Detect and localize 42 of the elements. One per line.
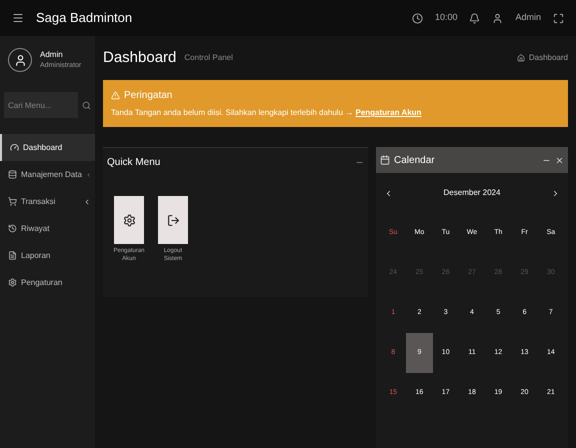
document-icon <box>8 251 17 260</box>
user-name: Admin <box>40 48 64 61</box>
month-title: Desember 2024 <box>442 187 502 199</box>
user-name[interactable]: Admin <box>515 11 541 25</box>
home-icon <box>516 54 525 62</box>
warning-icon <box>111 91 120 100</box>
sidebar-item[interactable]: Riwayat <box>0 215 95 242</box>
previous-month-button[interactable] <box>384 188 393 198</box>
fullscreen-icon[interactable] <box>553 12 564 24</box>
menu-icon[interactable] <box>12 12 24 24</box>
logout-icon <box>166 214 180 226</box>
close-icon[interactable] <box>555 156 564 164</box>
user-icon[interactable] <box>492 12 504 24</box>
clock-icon <box>412 12 423 24</box>
bell-icon[interactable] <box>469 12 480 24</box>
panel-title: Calendar <box>394 154 435 168</box>
page-title: Dashboard <box>103 48 176 68</box>
history-icon <box>8 224 17 233</box>
calendar-icon <box>380 155 390 165</box>
alert-message: Tanda Tangan anda belum diisi. Silahkan lengkapi terlebih dahulu → Pengaturan Akun <box>111 107 422 119</box>
gear-icon <box>122 214 136 226</box>
gauge-icon <box>10 143 19 152</box>
quick-menu-tile[interactable] <box>114 196 144 244</box>
page-subtitle: Control Panel <box>184 52 233 64</box>
search-icon[interactable] <box>82 100 91 110</box>
cart-icon <box>8 197 17 206</box>
sidebar-item[interactable]: Laporan <box>0 242 95 269</box>
breadcrumb-link[interactable]: Dashboard <box>516 52 568 64</box>
sidebar-item[interactable]: Transaksi <box>0 188 95 215</box>
sidebar-item[interactable]: Manajemen Data <box>0 161 95 188</box>
quick-menu-tile[interactable] <box>158 196 188 244</box>
alert-title: Peringatan <box>111 88 560 103</box>
sidebar-item[interactable]: Pengaturan <box>0 269 95 296</box>
next-month-button[interactable] <box>551 188 560 198</box>
database-icon <box>8 170 17 179</box>
sidebar-item[interactable]: Dashboard <box>0 134 95 161</box>
avatar <box>8 48 32 72</box>
app-title: Saga Badminton <box>36 9 132 28</box>
clock-time: 10:00 <box>434 11 458 24</box>
panel-title: Quick Menu <box>107 156 160 170</box>
gear-icon <box>8 278 17 287</box>
search-field[interactable]: Cari Menu... <box>4 92 78 118</box>
